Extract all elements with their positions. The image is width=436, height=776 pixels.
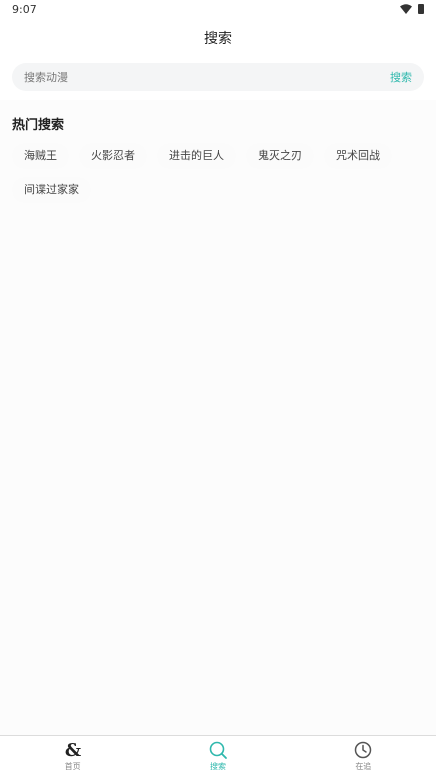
nav-label-search: 搜索 [209, 762, 226, 771]
nav-item-search[interactable]: 搜索 [145, 736, 290, 776]
hot-tag[interactable]: 进击的巨人 [157, 143, 236, 169]
clock-icon [355, 741, 372, 759]
nav-item-following[interactable]: 在追 [291, 736, 436, 776]
hot-tag[interactable]: 间谍过家家 [12, 177, 91, 203]
status-icons [400, 4, 424, 14]
status-time: 9:07 [12, 3, 37, 16]
hot-search-tags: 海贼王 火影忍者 进击的巨人 鬼灭之刃 咒术回战 间谍过家家 [12, 143, 424, 203]
search-bar: 搜索 [12, 63, 424, 91]
page-header: 搜索 [0, 20, 436, 56]
page-title: 搜索 [204, 31, 232, 47]
wifi-icon [400, 4, 412, 14]
nav-label-home: 首页 [64, 762, 81, 771]
bottom-nav: & 首页 搜索 在追 [0, 735, 436, 776]
nav-item-home[interactable]: & 首页 [0, 736, 145, 776]
hot-tag[interactable]: 海贼王 [12, 143, 69, 169]
search-area: 搜索 [0, 56, 436, 100]
hot-tag[interactable]: 咒术回战 [324, 143, 392, 169]
hot-search-title: 热门搜索 [12, 118, 65, 133]
search-button[interactable]: 搜索 [390, 69, 412, 85]
hot-tag[interactable]: 火影忍者 [79, 143, 147, 169]
search-icon [209, 741, 227, 759]
svg-text:&: & [65, 740, 81, 760]
battery-icon [418, 4, 424, 14]
ampersand-icon: & [65, 740, 81, 760]
hot-tag[interactable]: 鬼灭之刃 [246, 143, 314, 169]
status-bar: 9:07 [0, 0, 436, 20]
search-input[interactable] [24, 68, 354, 86]
nav-label-following: 在追 [355, 762, 372, 771]
hot-search-section: 热门搜索 海贼王 火影忍者 进击的巨人 鬼灭之刃 咒术回战 间谍过家家 [12, 114, 424, 203]
search-screen: 9:07 搜索 搜索 热门搜索 海贼王 火影忍者 进击的巨人 鬼灭之刃 咒术回战… [0, 0, 436, 776]
